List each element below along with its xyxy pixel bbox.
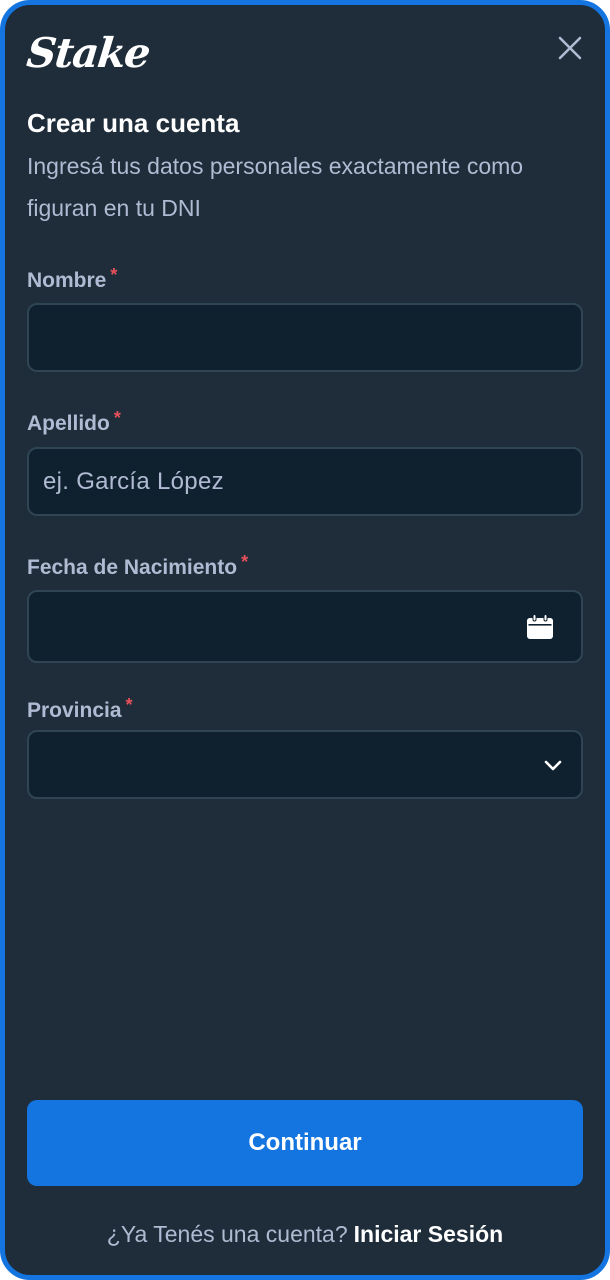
login-prompt: ¿Ya Tenés una cuenta? Iniciar Sesión xyxy=(5,1218,605,1250)
login-prompt-text: ¿Ya Tenés una cuenta? xyxy=(106,1221,348,1247)
first-name-input[interactable] xyxy=(27,303,583,372)
required-marker: * xyxy=(110,265,118,285)
stake-logo: Stake xyxy=(24,29,152,77)
page-title: Crear una cuenta xyxy=(27,108,240,138)
last-name-label: Apellido * xyxy=(27,408,121,438)
chevron-down-icon xyxy=(541,753,565,777)
required-marker: * xyxy=(241,552,249,572)
continue-button[interactable]: Continuar xyxy=(27,1100,583,1186)
required-marker: * xyxy=(113,408,121,428)
last-name-label-text: Apellido xyxy=(27,412,110,435)
province-label-text: Provincia xyxy=(27,699,122,722)
province-label: Provincia * xyxy=(27,695,133,725)
birth-date-label: Fecha de Nacimiento * xyxy=(27,552,249,582)
birth-date-label-text: Fecha de Nacimiento xyxy=(27,556,238,579)
province-select[interactable] xyxy=(27,730,583,799)
login-link[interactable]: Iniciar Sesión xyxy=(354,1221,504,1247)
close-button[interactable] xyxy=(552,30,588,66)
first-name-label: Nombre * xyxy=(27,265,118,295)
first-name-label-text: Nombre xyxy=(27,269,107,292)
required-marker: * xyxy=(125,695,133,715)
birth-date-input[interactable] xyxy=(27,590,583,663)
page-subtitle: Ingresá tus datos personales exactamente… xyxy=(27,153,524,221)
close-icon xyxy=(558,36,582,60)
last-name-placeholder: ej. García López xyxy=(43,467,224,495)
last-name-input[interactable]: ej. García López xyxy=(27,447,583,516)
signup-modal: Stake Crear una cuenta Ingresá tus datos… xyxy=(0,0,610,1280)
calendar-icon[interactable] xyxy=(525,612,555,642)
